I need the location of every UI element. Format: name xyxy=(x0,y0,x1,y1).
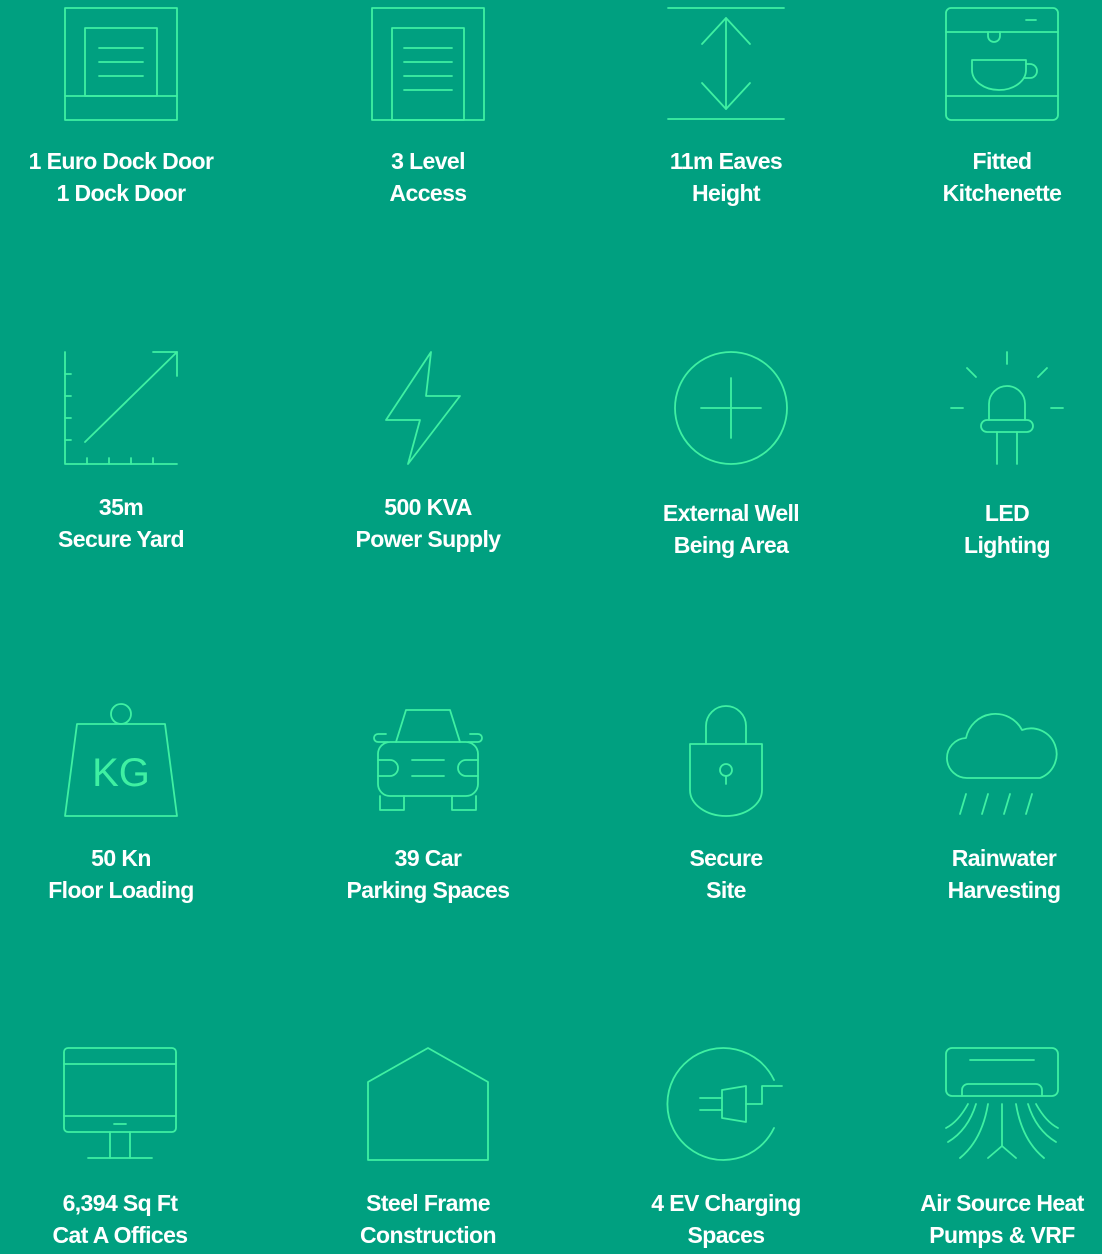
feature-line-2: Pumps & VRF xyxy=(929,1222,1075,1248)
feature-line-1: External Well xyxy=(662,500,800,526)
coffee-machine-icon xyxy=(945,7,1059,121)
feature-line-2: Height xyxy=(692,180,761,206)
feature-line-1: LED xyxy=(984,500,1030,526)
dock-door-icon xyxy=(64,7,178,121)
feature-line-2: Being Area xyxy=(673,532,789,558)
feature-line-2: Parking Spaces xyxy=(346,877,511,903)
feature-line-2: Site xyxy=(706,877,746,903)
feature-line-1: Air Source Heat xyxy=(920,1190,1084,1216)
car-icon xyxy=(373,709,483,811)
feature-line-2: Lighting xyxy=(964,532,1050,558)
feature-line-1: Rainwater xyxy=(951,845,1057,871)
feature-line-1: 4 EV Charging xyxy=(651,1190,801,1216)
monitor-icon xyxy=(63,1047,177,1159)
lightning-bolt-icon xyxy=(385,351,461,465)
feature-line-2: Secure Yard xyxy=(58,526,185,552)
feature-line-2: Floor Loading xyxy=(48,877,194,903)
feature-line-2: Access xyxy=(389,180,468,206)
kg-weight-text: KG xyxy=(92,751,150,795)
plus-circle-icon xyxy=(674,351,788,465)
feature-line-2: Kitchenette xyxy=(942,180,1062,206)
height-arrow-icon xyxy=(667,7,785,120)
feature-line-1: 3 Level xyxy=(391,148,465,174)
rain-cloud-icon xyxy=(946,713,1058,815)
feature-line-2: Construction xyxy=(360,1222,497,1248)
feature-line-2: 1 Dock Door xyxy=(56,180,186,206)
feature-line-1: 500 KVA xyxy=(384,494,472,520)
air-conditioner-icon xyxy=(945,1047,1059,1159)
feature-line-1: 50 Kn xyxy=(91,845,151,871)
feature-line-1: 11m Eaves xyxy=(669,148,783,174)
feature-line-2: Cat A Offices xyxy=(52,1222,189,1248)
led-bulb-icon xyxy=(950,351,1064,465)
padlock-icon xyxy=(689,705,763,817)
house-frame-icon xyxy=(367,1047,489,1161)
yard-diagonal-arrow-icon xyxy=(64,351,178,465)
feature-line-1: Fitted xyxy=(972,148,1033,174)
kg-weight-icon: KG xyxy=(64,703,178,817)
feature-line-1: 39 Car xyxy=(394,845,462,871)
feature-line-1: Secure xyxy=(689,845,763,871)
ev-plug-icon xyxy=(666,1047,783,1161)
feature-line-1: Steel Frame xyxy=(366,1190,490,1216)
feature-line-2: Power Supply xyxy=(355,526,501,552)
feature-line-1: 1 Euro Dock Door xyxy=(28,148,214,174)
feature-line-2: Spaces xyxy=(687,1222,766,1248)
feature-line-1: 6,394 Sq Ft xyxy=(62,1190,178,1216)
feature-line-2: Harvesting xyxy=(947,877,1061,903)
feature-line-1: 35m xyxy=(98,494,144,520)
level-access-door-icon xyxy=(371,7,485,121)
features-grid: 1 Euro Dock Door 1 Dock Door 3 Level Acc… xyxy=(0,0,1102,1254)
